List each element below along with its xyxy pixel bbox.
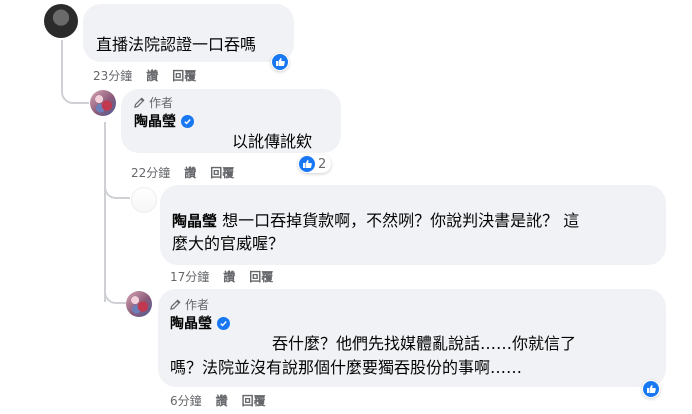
reply-button[interactable]: 回覆 [242,392,266,409]
author-label: 作者 [185,298,210,312]
commenter-name-text[interactable]: 陶晶瑩 [170,313,212,333]
comment-meta: 17分鐘 讚 回覆 [170,268,273,285]
like-button[interactable]: 讚 [184,164,196,181]
comment-meta: 23分鐘 讚 回覆 [93,67,196,84]
reaction-summary[interactable] [642,380,660,398]
reply-button[interactable]: 回覆 [210,164,234,181]
author-label: 作者 [149,96,174,110]
thread-line-main [61,40,63,92]
avatar[interactable] [44,4,78,38]
mention-link[interactable]: 陶晶瑩 [172,212,217,230]
like-button[interactable]: 讚 [223,268,235,285]
comment-text-line-1: 吞什麼？他們先找媒體亂說話……你就信了 [272,334,577,353]
thread-curve-reply-1 [61,88,89,104]
commenter-name-text[interactable]: 陶晶瑩 [134,111,176,131]
timestamp[interactable]: 23分鐘 [93,67,132,84]
comment-meta: 22分鐘 讚 回覆 [131,164,234,181]
commenter-name[interactable]: 陶晶瑩 [170,313,230,333]
thread-curve-reply-3 [104,290,126,304]
avatar[interactable] [131,187,157,213]
avatar[interactable] [126,291,152,317]
like-button[interactable]: 讚 [146,67,158,84]
like-button[interactable]: 讚 [216,392,228,409]
reaction-count: 2 [318,156,327,172]
reaction-summary[interactable]: 2 [298,155,332,173]
reaction-summary[interactable] [271,53,289,71]
timestamp[interactable]: 22分鐘 [131,164,170,181]
verified-badge-icon [181,114,194,128]
comment-text: 直播法院認證一口吞嗎 [96,35,257,54]
pencil-icon [134,97,145,108]
like-icon [299,156,315,172]
comment-text-line-2: 嗎？法院並沒有說那個什麼要獨吞股份的事啊…… [170,358,523,377]
comment-meta: 6分鐘 讚 回覆 [170,392,266,409]
pencil-icon [170,299,181,310]
author-badge: 作者 [134,94,173,111]
comment-text-line-2: 麼大的官威喔？ [172,234,285,253]
verified-badge-icon [217,316,230,330]
comment-text: 以訛傳訛欸 [232,132,313,151]
reply-button[interactable]: 回覆 [172,67,196,84]
thread-curve-reply-2 [104,185,130,199]
timestamp[interactable]: 17分鐘 [170,268,209,285]
thread-line-nested [104,122,106,302]
like-icon [643,381,659,397]
reply-button[interactable]: 回覆 [249,268,273,285]
author-badge: 作者 [170,296,209,313]
like-icon [272,54,288,70]
comment-text-line-1: 想一口吞掉貨款啊，不然咧？你說判決書是訛？ 這 [222,211,580,230]
commenter-name[interactable]: 陶晶瑩 [134,111,194,131]
comment-text: 陶晶瑩 想一口吞掉貨款啊，不然咧？你說判決書是訛？ 這 [172,209,579,233]
timestamp[interactable]: 6分鐘 [170,392,202,409]
avatar[interactable] [90,90,116,116]
